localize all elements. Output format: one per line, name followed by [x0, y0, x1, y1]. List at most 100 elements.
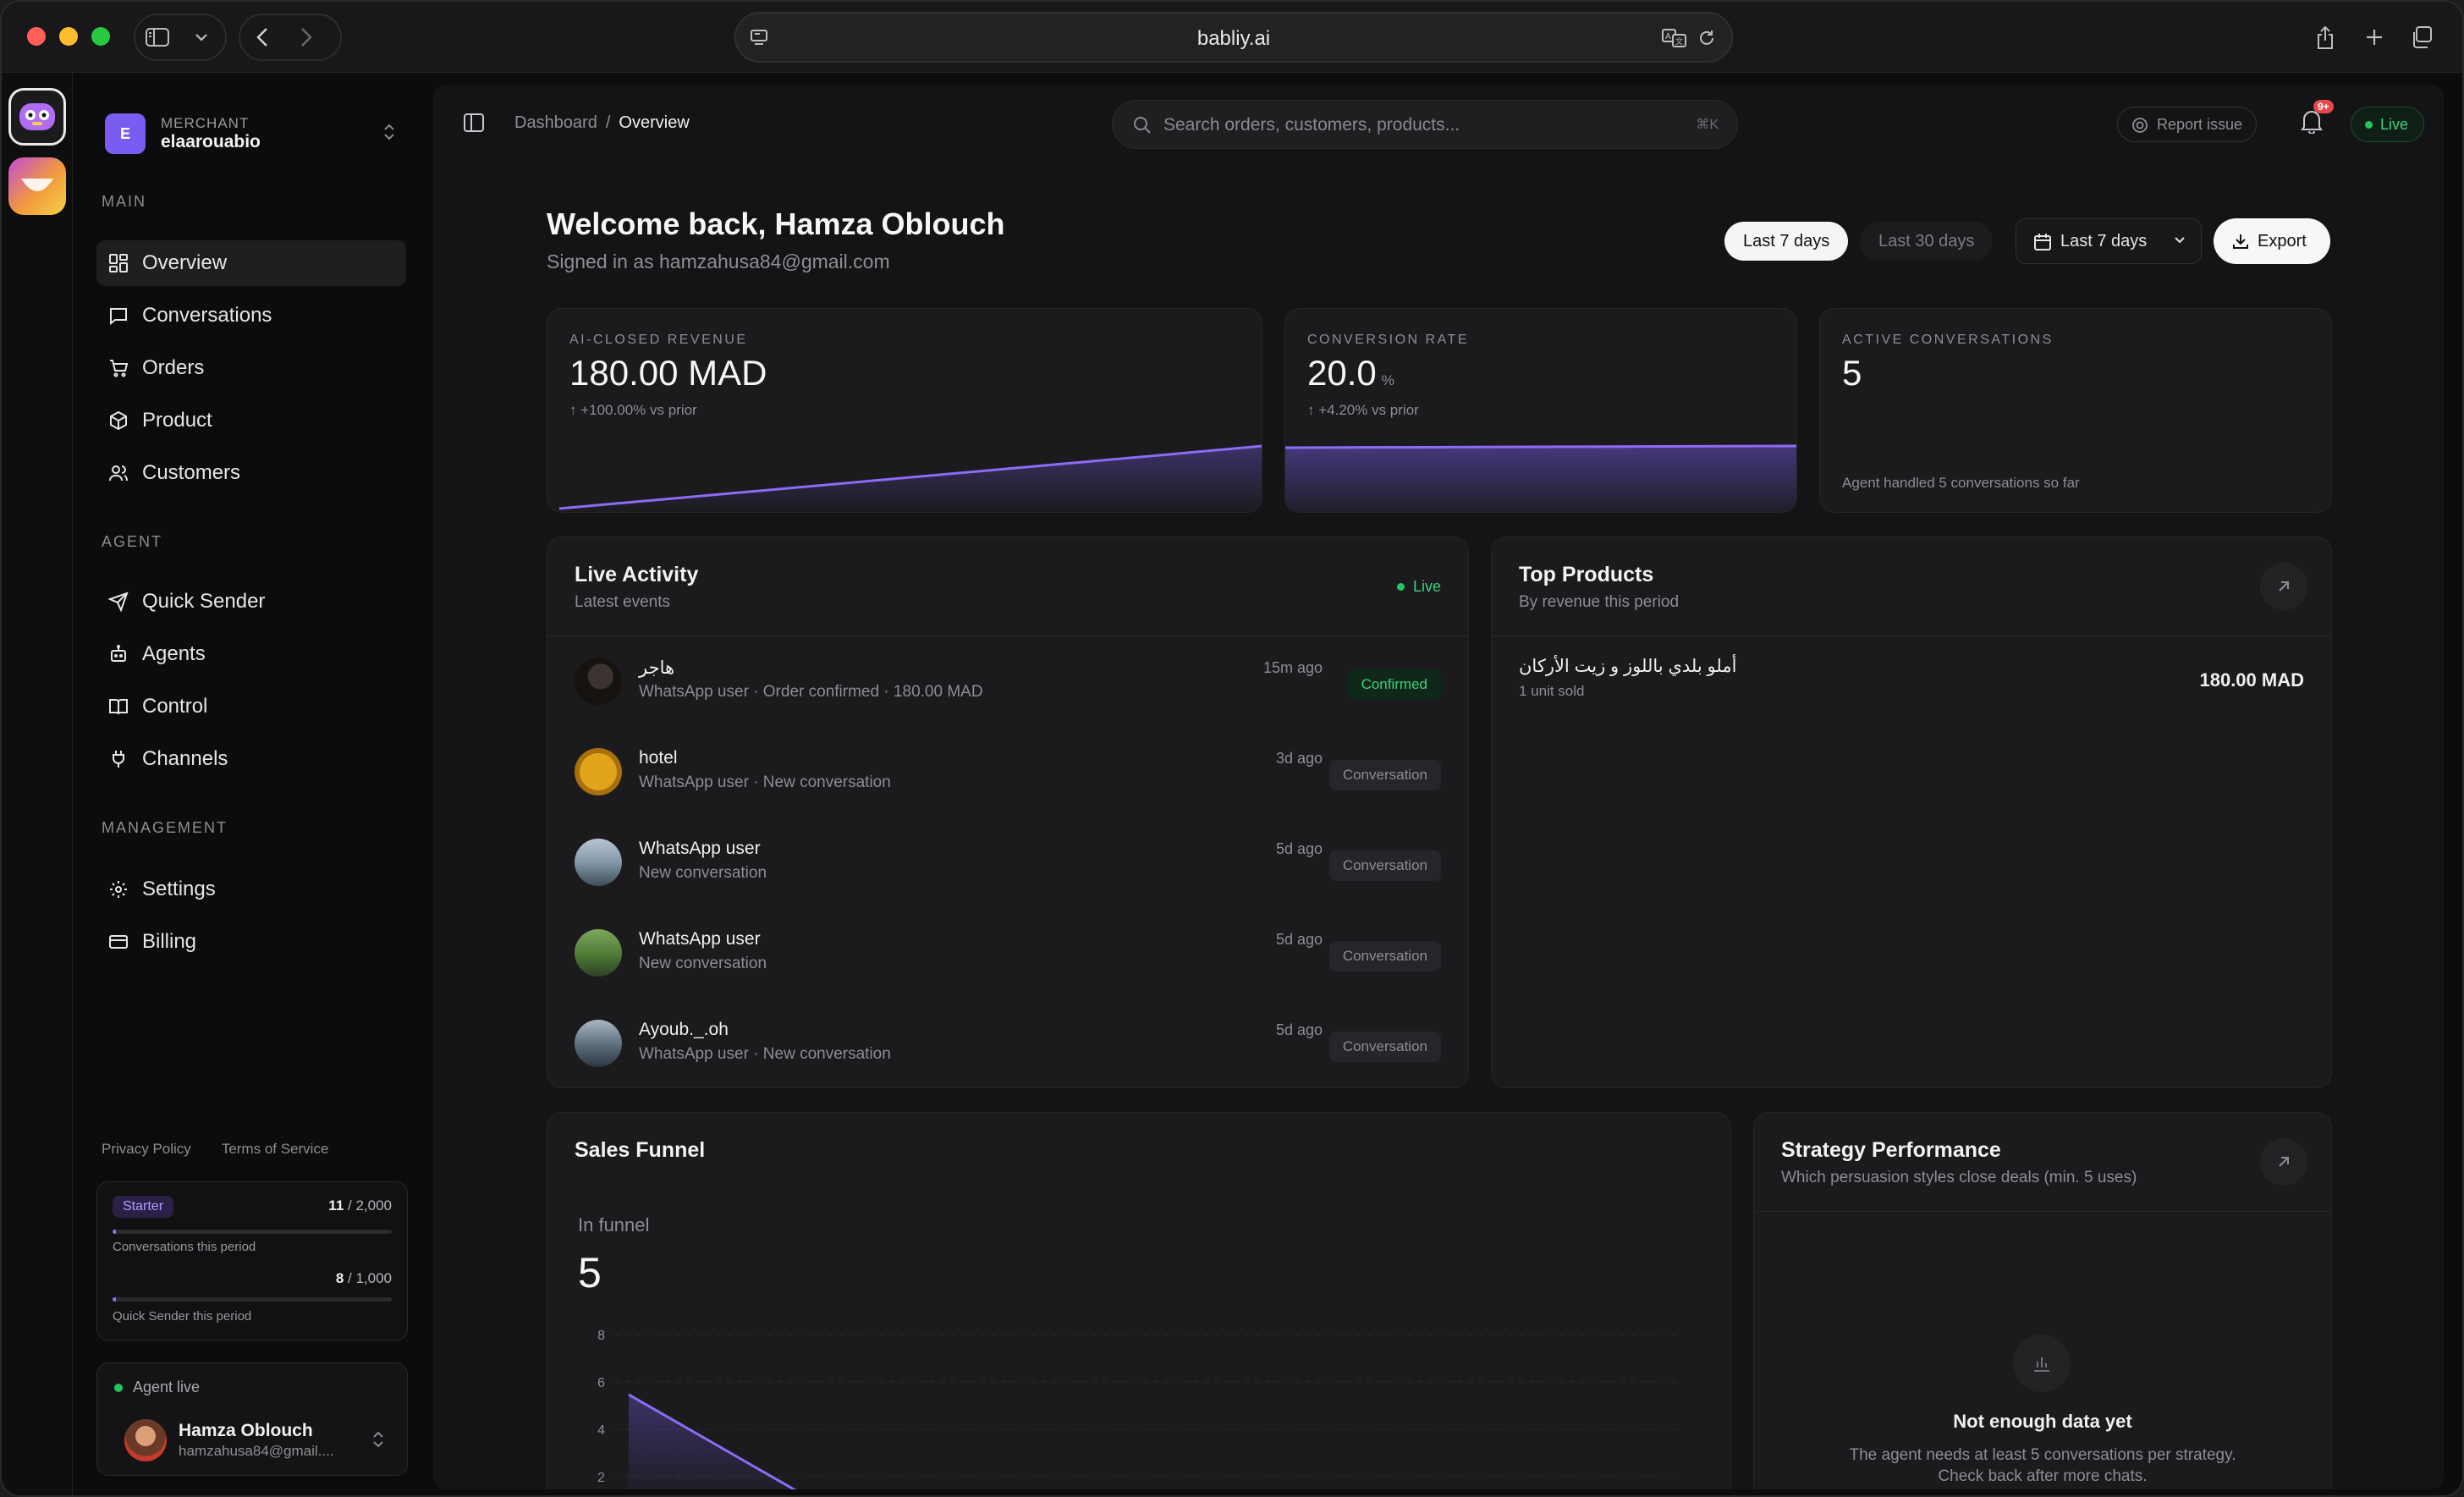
cart-icon — [110, 360, 129, 377]
back-arrow-icon[interactable] — [240, 15, 284, 59]
gear-icon — [110, 881, 127, 898]
sidebar-item-label: Overview — [142, 251, 228, 274]
date-range-dropdown[interactable]: Last 7 days — [2016, 218, 2202, 264]
kpi-value: 20.0% — [1307, 353, 1394, 393]
live-activity-panel: Live Activity Latest events Live هاجر Wh… — [547, 537, 1469, 1088]
share-icon[interactable] — [2305, 17, 2346, 58]
list-item[interactable]: hotel WhatsApp user · New conversation 3… — [575, 748, 1441, 816]
search-input[interactable] — [1163, 113, 1637, 138]
status-dot-icon — [1396, 583, 1405, 591]
avatar — [575, 658, 622, 705]
activity-description: New conversation — [639, 955, 767, 972]
close-window-button[interactable] — [27, 27, 46, 46]
sidebar-item-agents[interactable]: Agents — [96, 631, 406, 677]
minimize-window-button[interactable] — [59, 27, 78, 46]
product-revenue: 180.00 MAD — [2199, 669, 2304, 691]
avatar — [575, 1020, 622, 1067]
search-icon — [1134, 117, 1151, 134]
new-tab-icon[interactable] — [2354, 17, 2395, 58]
tab-overview-icon[interactable] — [2401, 17, 2442, 58]
status-badge: Conversation — [1328, 850, 1441, 881]
axis-tick-label: 8 — [597, 1329, 605, 1343]
kpi-card-revenue: AI-CLOSED REVENUE 180.00 MAD ↑ +100.00% … — [547, 308, 1262, 513]
activity-time: 3d ago — [1275, 750, 1323, 767]
sidebar-item-conversations[interactable]: Conversations — [96, 293, 406, 338]
activity-description: WhatsApp user · Order confirmed · 180.00… — [639, 683, 983, 701]
panel-toggle-icon[interactable] — [464, 113, 484, 132]
sidebar-item-label: Agents — [142, 642, 206, 665]
chevron-down-icon[interactable] — [179, 15, 223, 59]
activity-time: 5d ago — [1275, 1021, 1323, 1038]
avatar — [575, 839, 622, 886]
users-icon — [109, 465, 128, 482]
sidebar-item-settings[interactable]: Settings — [96, 867, 406, 912]
divider — [1754, 1211, 2331, 1212]
download-icon — [2233, 234, 2248, 249]
address-bar[interactable]: babliy.ai A文 — [734, 12, 1733, 63]
list-item[interactable]: WhatsApp user New conversation 5d ago Co… — [575, 929, 1441, 997]
secondary-app-icon[interactable] — [8, 157, 66, 215]
panel-subtitle: By revenue this period — [1519, 593, 1680, 611]
section-label-main: MAIN — [102, 193, 146, 210]
privacy-policy-link[interactable]: Privacy Policy — [102, 1141, 191, 1157]
grid-icon — [109, 254, 128, 272]
sidebar-item-quick-sender[interactable]: Quick Sender — [96, 579, 406, 625]
agent-account-card[interactable]: Agent live Hamza Oblouch hamzahusa84@gma… — [96, 1362, 408, 1476]
activity-time: 5d ago — [1275, 931, 1323, 948]
sidebar-item-control[interactable]: Control — [96, 684, 406, 729]
conversations-usage-bar — [113, 1230, 392, 1234]
plan-badge: Starter — [113, 1196, 174, 1218]
kpi-value: 180.00 MAD — [569, 353, 767, 393]
forward-arrow-icon[interactable] — [284, 15, 328, 59]
funnel-value: 5 — [578, 1249, 602, 1296]
sidebar-item-label: Orders — [142, 356, 205, 379]
translate-icon[interactable]: A文 — [1662, 28, 1687, 48]
list-item[interactable]: WhatsApp user New conversation 5d ago Co… — [575, 839, 1441, 906]
top-products-panel: Top Products By revenue this period أملو… — [1491, 537, 2332, 1088]
search-shortcut: ⌘K — [1696, 118, 1719, 132]
conversations-usage-count: 11 / 2,000 — [328, 1197, 392, 1214]
conversion-sparkline — [1285, 444, 1796, 512]
export-button[interactable]: Export — [2214, 218, 2330, 264]
sidebar-toggle-group — [134, 14, 227, 61]
sidebar-item-customers[interactable]: Customers — [96, 450, 406, 496]
chevron-down-icon — [2175, 237, 2185, 244]
maximize-window-button[interactable] — [91, 27, 110, 46]
search-bar[interactable]: ⌘K — [1112, 100, 1738, 149]
open-top-products-button[interactable] — [2260, 563, 2307, 610]
sidebar-item-channels[interactable]: Channels — [96, 736, 406, 782]
panel-subtitle: Which persuasion styles close deals (min… — [1781, 1169, 2137, 1186]
sidebar-item-orders[interactable]: Orders — [96, 345, 406, 391]
product-units: 1 unit sold — [1519, 683, 1585, 699]
sidebar-item-overview[interactable]: Overview — [96, 240, 406, 286]
chevrons-updown-icon[interactable] — [371, 1429, 385, 1450]
kpi-value: 5 — [1842, 353, 1862, 393]
avatar — [575, 929, 622, 977]
sidebar-item-product[interactable]: Product — [96, 398, 406, 443]
kpi-label: CONVERSION RATE — [1307, 333, 1469, 347]
kpi-card-active-conversations: ACTIVE CONVERSATIONS 5 Agent handled 5 c… — [1819, 308, 2332, 513]
report-issue-button[interactable]: Report issue — [2117, 107, 2258, 142]
breadcrumb-dashboard[interactable]: Dashboard — [514, 113, 597, 132]
merchant-switcher[interactable]: E MERCHANT elaarouabio — [105, 108, 396, 159]
terms-link[interactable]: Terms of Service — [222, 1141, 329, 1157]
browser-sidebar-icon[interactable] — [135, 15, 179, 59]
sidebar-item-billing[interactable]: Billing — [96, 919, 406, 965]
range-last-7-days[interactable]: Last 7 days — [1724, 222, 1849, 261]
agent-email: hamzahusa84@gmail.... — [179, 1443, 334, 1459]
range-last-30-days[interactable]: Last 30 days — [1860, 222, 1994, 261]
signed-in-text: Signed in as hamzahusa84@gmail.com — [547, 250, 890, 272]
list-item[interactable]: هاجر WhatsApp user · Order confirmed · 1… — [575, 658, 1441, 725]
app-rail — [2, 73, 73, 1495]
notification-badge: 9+ — [2313, 100, 2334, 113]
merchant-name: elaarouabio — [161, 132, 261, 151]
conversations-usage-label: Conversations this period — [113, 1240, 256, 1254]
merchant-avatar: E — [105, 113, 146, 154]
status-badge: Conversation — [1328, 941, 1441, 971]
babliy-app-icon[interactable] — [8, 88, 66, 146]
list-item[interactable]: Ayoub._.oh WhatsApp user · New conversat… — [575, 1020, 1441, 1087]
reload-icon[interactable] — [1697, 29, 1716, 47]
open-strategy-button[interactable] — [2260, 1138, 2307, 1186]
activity-name: هاجر — [639, 658, 675, 678]
box-icon — [110, 410, 127, 431]
